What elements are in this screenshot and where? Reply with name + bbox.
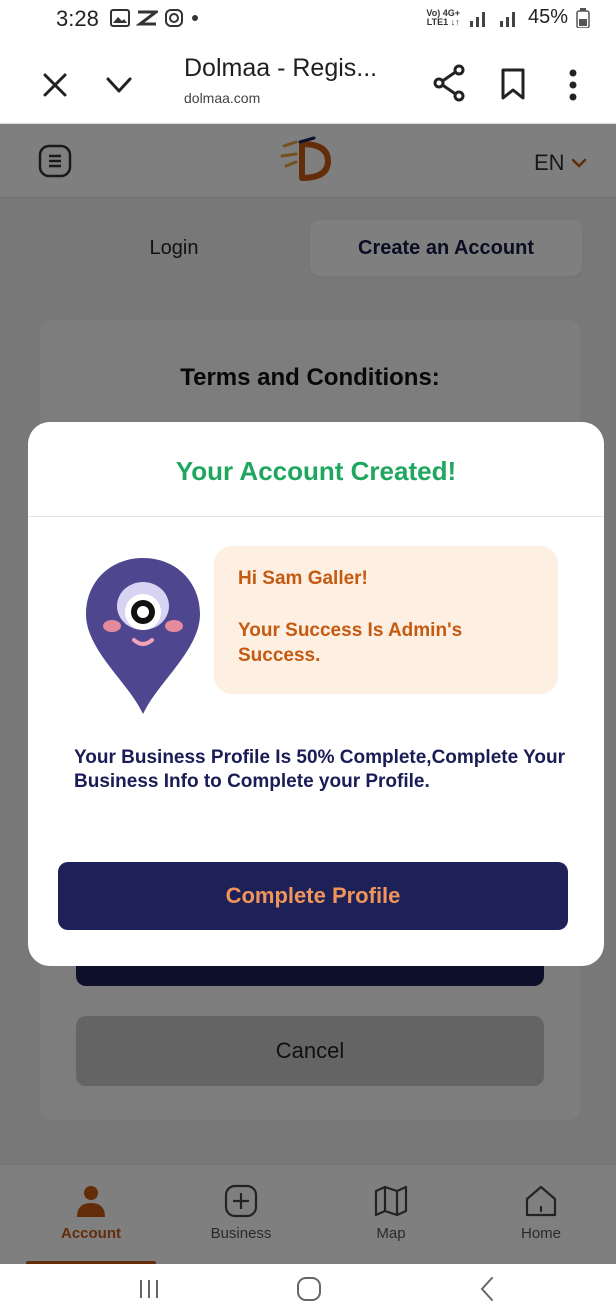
modal-title: Your Account Created! [175, 456, 457, 486]
recent-apps-icon[interactable] [138, 1278, 160, 1300]
close-icon[interactable] [40, 70, 70, 100]
location-pin-mascot-icon [86, 558, 200, 714]
capcut-icon [136, 10, 158, 26]
status-bar: 3:28 Vo) 4G+ LTE1 ↓↑ 45% [0, 0, 616, 40]
gallery-icon [110, 9, 130, 27]
profile-completion-note: Your Business Profile Is 50% Complete,Co… [74, 747, 565, 792]
status-right: Vo) 4G+ LTE1 ↓↑ 45% [426, 6, 590, 29]
browser-toolbar: Dolmaa - Regis... dolmaa.com [0, 40, 616, 124]
battery-icon [576, 7, 590, 28]
greeting-text: Hi Sam Galler! [238, 568, 368, 589]
system-nav-bar [0, 1264, 616, 1315]
browser-page-title[interactable]: Dolmaa - Regis... [184, 54, 377, 83]
notification-icons [110, 8, 200, 28]
chevron-down-icon[interactable] [104, 74, 134, 96]
browser-url[interactable]: dolmaa.com [184, 90, 260, 106]
instagram-icon [165, 9, 183, 27]
signal-icon [469, 11, 485, 27]
account-created-modal: Your Account Created! Hi Sam Galler! You… [28, 422, 604, 966]
dot-icon [192, 15, 198, 21]
share-icon[interactable] [432, 64, 466, 102]
network-type: Vo) 4G+ LTE1 ↓↑ [426, 7, 460, 27]
modal-divider [28, 516, 604, 517]
success-message: Your Success Is Admin's Success. [238, 620, 463, 666]
complete-profile-button[interactable]: Complete Profile [58, 862, 568, 930]
bookmark-icon[interactable] [500, 68, 526, 100]
home-button-icon[interactable] [296, 1276, 322, 1302]
welcome-bubble: Hi Sam Galler! Your Success Is Admin's S… [214, 546, 558, 694]
status-time: 3:28 [56, 6, 99, 31]
more-options-icon[interactable] [566, 68, 580, 102]
signal-icon-2 [499, 11, 515, 27]
battery-percent: 45% [527, 6, 568, 28]
back-icon[interactable] [478, 1276, 496, 1302]
